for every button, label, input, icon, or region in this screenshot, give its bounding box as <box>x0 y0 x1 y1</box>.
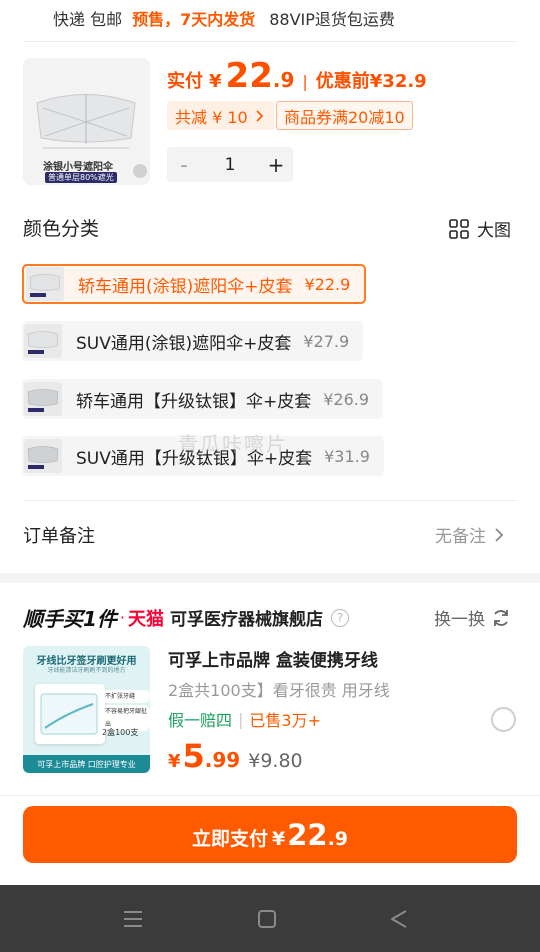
color-option[interactable]: 轿车通用【升级钛银】伞+皮套 ¥26.9 <box>22 379 384 419</box>
price-integer: 22 <box>225 56 273 96</box>
before-discount-price: ¥32.9 <box>369 71 427 92</box>
shipping-presale: 预售，7天内发货 <box>132 10 256 29</box>
recommend-thumbnail[interactable]: 牙线比牙签牙刷更好用 牙线能清洁牙刷刷不到的地方 不扩张牙缝 不容易把牙龈扯出 … <box>23 646 150 773</box>
shipping-vip: 88VIP退货包运费 <box>269 10 395 29</box>
option-price: ¥31.9 <box>324 446 370 466</box>
divider <box>23 41 517 42</box>
recommend-header: 顺手买1件 · 天猫 可孚医疗器械旗舰店 ? <box>23 603 350 632</box>
order-note-label: 订单备注 <box>23 526 95 547</box>
thumb-caption: 涂银小号遮阳伞 <box>43 162 113 173</box>
currency-symbol: ¥ <box>271 828 286 850</box>
thumb-subline: 牙线能清洁牙刷刷不到的地方 <box>47 667 126 674</box>
quantity-stepper: - 1 + <box>167 147 293 182</box>
dot-separator: · <box>119 608 126 627</box>
coupon-tag: 商品券满20减10 <box>276 101 413 130</box>
total-reduce-label: 共减 ¥ 10 <box>175 107 248 127</box>
order-note-value: 无备注 <box>435 527 486 547</box>
product-thumbnail[interactable]: 涂银小号遮阳伞 普通单层80%遮光 <box>23 58 150 185</box>
before-discount-label: 优惠前 <box>315 71 370 92</box>
system-nav-bar <box>0 885 540 952</box>
add-recommend-radio[interactable] <box>491 707 516 732</box>
option-price: ¥27.9 <box>303 331 350 351</box>
refresh-icon <box>494 609 508 626</box>
color-option[interactable]: 轿车通用(涂银)遮阳伞+皮套 ¥22.9 <box>22 264 367 304</box>
chevron-right-icon <box>495 527 504 542</box>
recommend-price: ¥ 5 .99 ¥9.80 <box>168 737 303 775</box>
currency-symbol: ¥ <box>209 71 222 92</box>
back-triangle-icon[interactable] <box>388 908 410 930</box>
big-picture-label: 大图 <box>477 221 511 241</box>
shipping-express: 快递 包邮 <box>53 10 123 29</box>
option-thumbnail <box>24 439 62 473</box>
home-square-icon[interactable] <box>256 908 278 930</box>
recommend-badges: 假一赔四 | 已售3万+ <box>168 707 321 731</box>
grid-icon <box>449 218 469 239</box>
option-price: ¥26.9 <box>323 389 370 409</box>
option-label: 轿车通用【升级钛银】伞+皮套 <box>76 391 312 412</box>
thumb-count: 2盒100支 <box>102 728 139 737</box>
option-label: SUV通用(涂银)遮阳伞+皮套 <box>76 333 292 354</box>
swap-button[interactable]: 换一换 <box>434 605 511 630</box>
quantity-value[interactable]: 1 <box>201 155 259 175</box>
color-option[interactable]: SUV通用(涂银)遮阳伞+皮套 ¥27.9 <box>22 321 364 361</box>
price-decimal: .9 <box>272 68 295 92</box>
shipping-info: 快递 包邮 预售，7天内发货 88VIP退货包运费 <box>53 6 395 30</box>
guarantee-badge: 假一赔四 <box>168 711 233 730</box>
help-icon[interactable]: ? <box>331 608 350 627</box>
option-thumbnail <box>24 382 62 416</box>
thumb-bullet: 不扩张牙缝 <box>102 690 150 703</box>
price-integer: 5 <box>182 737 205 775</box>
chevron-right-icon <box>256 109 263 122</box>
price-decimal: .9 <box>327 828 349 850</box>
increase-button[interactable]: + <box>259 147 293 182</box>
price-separator: | <box>302 72 308 91</box>
recommend-title: 顺手买1件 <box>23 607 117 631</box>
option-thumbnail <box>26 267 64 301</box>
thumb-footer: 可孚上市品牌 口腔护理专业 <box>23 755 150 773</box>
recommend-product-name[interactable]: 可孚上市品牌 盒装便携牙线 <box>168 646 378 671</box>
color-section-title: 颜色分类 <box>23 218 100 240</box>
pay-now-label: 立即支付 <box>191 828 268 850</box>
tmall-logo: 天猫 <box>128 608 165 630</box>
price-line: 实付 ¥ 22 .9 | 优惠前 ¥32.9 <box>167 56 427 96</box>
total-reduce-tag[interactable]: 共减 ¥ 10 <box>167 101 274 130</box>
divider <box>23 500 517 501</box>
price-integer: 22 <box>287 818 328 852</box>
pay-now-button[interactable]: 立即支付 ¥ 22 .9 <box>23 806 517 863</box>
watermark: 青瓜咔嚓片 <box>178 432 288 456</box>
badge-separator: | <box>238 709 244 729</box>
shop-name[interactable]: 可孚医疗器械旗舰店 <box>170 605 323 630</box>
floss-box-image <box>35 684 105 744</box>
thumb-subcaption: 普通单层80%遮光 <box>45 172 117 183</box>
recommend-product-desc: 2盒共100支】看牙很贵 用牙线 <box>168 681 390 700</box>
option-thumbnail <box>24 324 62 358</box>
actual-pay-label: 实付 <box>167 71 203 92</box>
sold-count: 已售3万+ <box>249 711 321 730</box>
currency-symbol: ¥ <box>168 751 181 772</box>
swap-label: 换一换 <box>434 610 485 630</box>
option-label: 轿车通用(涂银)遮阳伞+皮套 <box>78 276 293 297</box>
price-decimal: .99 <box>204 748 241 772</box>
section-separator <box>0 573 540 583</box>
original-price: ¥9.80 <box>248 750 303 772</box>
decrease-button[interactable]: - <box>167 147 201 182</box>
menu-icon[interactable] <box>122 908 144 930</box>
order-note-button[interactable]: 无备注 <box>435 522 504 547</box>
big-picture-button[interactable]: 大图 <box>449 216 511 241</box>
option-price: ¥22.9 <box>304 274 351 294</box>
